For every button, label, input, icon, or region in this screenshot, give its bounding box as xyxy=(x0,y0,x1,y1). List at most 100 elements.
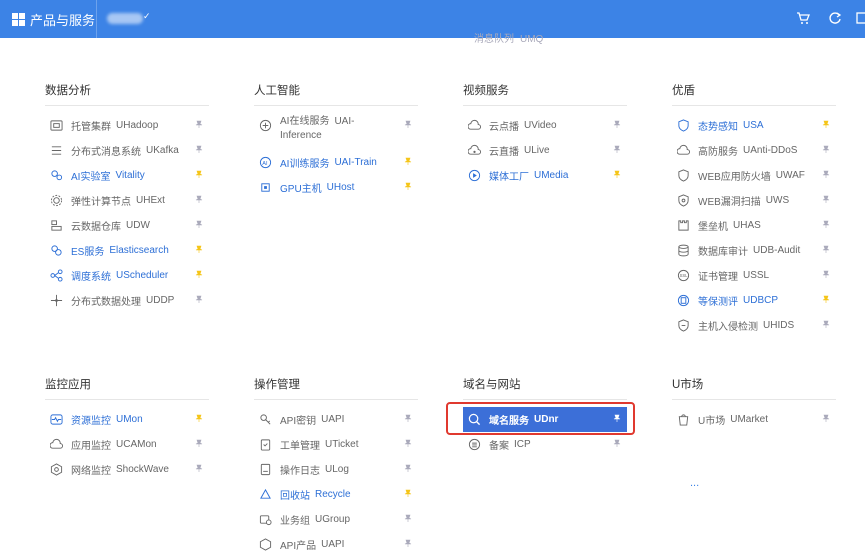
account-selector[interactable] xyxy=(107,13,143,24)
firewall-icon xyxy=(676,169,690,183)
product-item-ucamon[interactable]: 应用监控 UCAMon xyxy=(45,432,209,457)
product-item-vitality[interactable]: AI实验室 Vitality xyxy=(45,163,209,188)
refresh-icon[interactable] xyxy=(828,11,842,25)
cart-icon[interactable] xyxy=(796,11,810,25)
product-item-uai-inference[interactable]: AI在线服务 UAI- Inference xyxy=(254,113,418,150)
chevron-down-icon[interactable]: ✓ xyxy=(143,11,151,22)
product-item-uticket[interactable]: 工单管理 UTicket xyxy=(254,432,418,457)
app-monitor-icon xyxy=(49,438,63,452)
product-item-ulog[interactable]: 操作日志 ULog xyxy=(254,457,418,482)
pin-icon[interactable] xyxy=(195,295,203,303)
section-title: 域名与网站 xyxy=(463,376,627,400)
pin-icon[interactable] xyxy=(822,414,830,422)
product-item-udb-audit[interactable]: 数据库审计 UDB-Audit xyxy=(672,238,836,263)
message-icon xyxy=(49,144,63,158)
section-security: 优盾 态势感知 USA 高防服务 UAnti-DDoS WEB应用防火墙 UWAF W… xyxy=(672,82,836,338)
pin-icon[interactable] xyxy=(195,170,203,178)
scheduler-icon xyxy=(49,269,63,283)
pin-icon[interactable] xyxy=(613,145,621,153)
product-item-shockwave[interactable]: 网络监控 ShockWave xyxy=(45,457,209,482)
section-ai: 人工智能 AI在线服务 UAI- Inference AI AI训练服务 UAI-Tra… xyxy=(254,82,418,200)
product-item-uanti-ddos[interactable]: 高防服务 UAnti-DDoS xyxy=(672,138,836,163)
product-item-uscheduler[interactable]: 调度系统 UScheduler xyxy=(45,263,209,288)
pin-icon[interactable] xyxy=(195,464,203,472)
pin-icon[interactable] xyxy=(404,182,412,190)
ai-lab-icon xyxy=(49,169,63,183)
pin-icon[interactable] xyxy=(822,245,830,253)
pin-icon[interactable] xyxy=(822,195,830,203)
product-item-ulive[interactable]: 云直播 ULive xyxy=(463,138,627,163)
product-item-uws[interactable]: WEB漏洞扫描 UWS xyxy=(672,188,836,213)
product-item-uapi-product[interactable]: API产品 UAPI xyxy=(254,532,418,557)
gpu-icon xyxy=(258,181,272,195)
pin-icon[interactable] xyxy=(822,120,830,128)
pin-icon[interactable] xyxy=(822,220,830,228)
key-icon xyxy=(258,413,272,427)
product-item-ukafka[interactable]: 分布式消息系统 UKafka xyxy=(45,138,209,163)
product-item-uhadoop[interactable]: 托管集群 UHadoop xyxy=(45,113,209,138)
pin-icon[interactable] xyxy=(195,245,203,253)
pin-icon[interactable] xyxy=(195,439,203,447)
product-item-umedia[interactable]: 媒体工厂 UMedia xyxy=(463,163,627,188)
brain-icon xyxy=(258,118,272,132)
pin-icon[interactable] xyxy=(822,170,830,178)
market-icon xyxy=(676,413,690,427)
group-icon xyxy=(258,513,272,527)
pin-icon[interactable] xyxy=(822,295,830,303)
products-menu-button[interactable]: 产品与服务 xyxy=(12,10,95,29)
pin-icon[interactable] xyxy=(404,439,412,447)
cloud-shield-icon xyxy=(676,144,690,158)
product-item-uhost[interactable]: GPU主机 UHost xyxy=(254,175,418,200)
pin-icon[interactable] xyxy=(822,145,830,153)
product-item-uai-train[interactable]: AI AI训练服务 UAI-Train xyxy=(254,150,418,175)
cloud-play-icon xyxy=(467,119,481,133)
product-item-uhext[interactable]: 弹性计算节点 UHExt xyxy=(45,188,209,213)
product-item-ugroup[interactable]: 业务组 UGroup xyxy=(254,507,418,532)
pin-icon[interactable] xyxy=(404,157,412,165)
brand-label: 产品与服务 xyxy=(30,13,96,28)
pin-icon[interactable] xyxy=(822,320,830,328)
pin-icon[interactable] xyxy=(404,539,412,547)
pin-icon[interactable] xyxy=(195,120,203,128)
pin-icon[interactable] xyxy=(613,120,621,128)
pin-icon[interactable] xyxy=(404,489,412,497)
pin-icon[interactable] xyxy=(613,170,621,178)
pin-icon[interactable] xyxy=(822,270,830,278)
more-link[interactable]: ... xyxy=(690,477,699,489)
api-icon xyxy=(258,538,272,552)
product-item-uhas[interactable]: 堡垒机 UHAS xyxy=(672,213,836,238)
pin-icon[interactable] xyxy=(613,439,621,447)
product-item-uhids[interactable]: 主机入侵检测 UHIDS xyxy=(672,313,836,338)
product-item-uddp[interactable]: 分布式数据处理 UDDP xyxy=(45,288,209,313)
product-item-uvideo[interactable]: 云点播 UVideo xyxy=(463,113,627,138)
divider xyxy=(96,0,97,38)
pin-icon[interactable] xyxy=(404,514,412,522)
pin-icon[interactable] xyxy=(195,145,203,153)
grid-icon xyxy=(12,13,25,26)
product-item-elasticsearch[interactable]: ES服务 Elasticsearch xyxy=(45,238,209,263)
pin-icon[interactable] xyxy=(195,414,203,422)
ticket-icon xyxy=(258,438,272,452)
product-item-umon[interactable]: 资源监控 UMon xyxy=(45,407,209,432)
product-item-icp[interactable]: 备案 ICP xyxy=(463,432,627,457)
pin-icon[interactable] xyxy=(404,464,412,472)
icp-icon xyxy=(467,438,481,452)
product-item-recycle[interactable]: 回收站 Recycle xyxy=(254,482,418,507)
pin-icon[interactable] xyxy=(404,120,412,128)
product-item-udw[interactable]: 云数据仓库 UDW xyxy=(45,213,209,238)
product-item-ussl[interactable]: SSL 证书管理 USSL xyxy=(672,263,836,288)
product-item-umarket[interactable]: U市场 UMarket xyxy=(672,407,836,432)
window-icon[interactable] xyxy=(856,11,865,25)
svg-text:SSL: SSL xyxy=(679,273,688,278)
section-title: 视频服务 xyxy=(463,82,627,106)
section-video: 视频服务 云点播 UVideo 云直播 ULive 媒体工厂 UMedia xyxy=(463,82,627,188)
pin-icon[interactable] xyxy=(195,270,203,278)
pin-icon[interactable] xyxy=(195,220,203,228)
product-item-usa[interactable]: 态势感知 USA xyxy=(672,113,836,138)
pin-icon[interactable] xyxy=(195,195,203,203)
pin-icon[interactable] xyxy=(404,414,412,422)
product-item-udbcp[interactable]: 等保测评 UDBCP xyxy=(672,288,836,313)
section-title: U市场 xyxy=(672,376,836,400)
product-item-uwaf[interactable]: WEB应用防火墙 UWAF xyxy=(672,163,836,188)
product-item-uapi-key[interactable]: API密钥 UAPI xyxy=(254,407,418,432)
